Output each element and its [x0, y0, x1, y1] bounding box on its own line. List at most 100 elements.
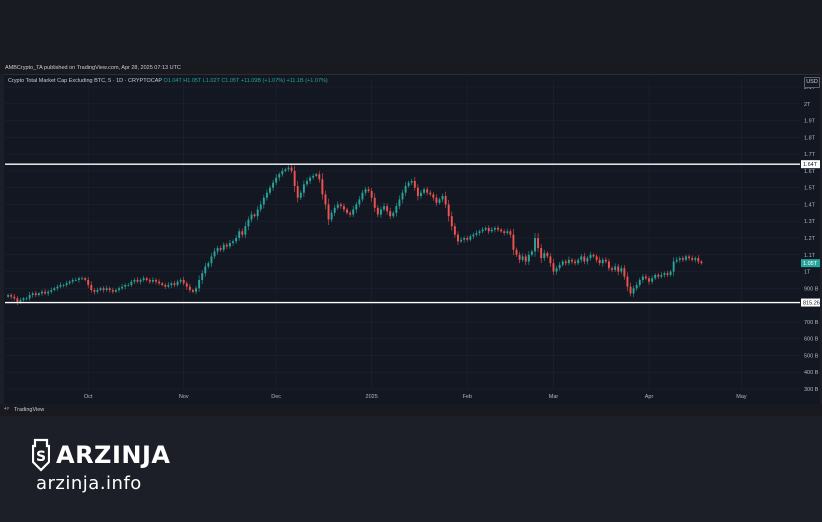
candle-body: [592, 254, 595, 257]
candle-body: [44, 291, 47, 294]
brand-name: ARZINJA: [56, 441, 171, 469]
candle-body: [272, 182, 275, 188]
candle-body: [148, 279, 151, 282]
candle-body: [56, 286, 59, 289]
candle-body: [379, 209, 382, 215]
candle-body: [164, 284, 167, 287]
candle-body: [460, 239, 463, 242]
candle-body: [28, 295, 31, 299]
candle-body: [657, 274, 660, 277]
candle-body: [466, 238, 469, 240]
candle-body: [62, 284, 65, 286]
candle-body: [515, 249, 518, 255]
candle-body: [176, 281, 179, 285]
candle-body: [629, 286, 632, 294]
candle-body: [290, 167, 293, 171]
y-tick-label: 1.2T: [804, 236, 816, 242]
x-tick-label: Dec: [271, 394, 281, 400]
candle-body: [302, 184, 305, 193]
candle-body: [404, 185, 407, 193]
candle-body: [540, 248, 543, 259]
candle-body: [81, 278, 83, 280]
candle-body: [358, 199, 361, 205]
candle-body: [127, 284, 130, 286]
candle-body: [555, 268, 558, 272]
candle-body: [31, 293, 34, 296]
candle-body: [475, 232, 478, 235]
candle-body: [22, 298, 25, 301]
y-tick-label: 1.8T: [804, 135, 816, 141]
y-tick-label: 1.5T: [804, 186, 816, 192]
candle-body: [521, 256, 524, 260]
candle-body: [376, 207, 379, 215]
y-tick-label: 900 B: [804, 286, 819, 292]
candle-body: [293, 170, 296, 186]
candle-body: [262, 197, 265, 205]
candle-body: [235, 238, 238, 242]
y-tick-label: 2T: [804, 102, 811, 108]
candle-body: [574, 261, 577, 264]
candle-body: [370, 191, 373, 198]
y-tick-label: 500 B: [804, 353, 819, 359]
candle-body: [530, 251, 533, 255]
candle-body: [108, 288, 111, 291]
currency-button[interactable]: USD: [804, 77, 820, 88]
level-label: 815.26: [803, 301, 820, 307]
candle-body: [182, 279, 185, 284]
candle-body: [537, 238, 540, 249]
candle-body: [247, 219, 250, 227]
candle-body: [571, 259, 573, 262]
candle-body: [333, 207, 336, 213]
candle-body: [352, 209, 355, 215]
candle-body: [222, 244, 225, 250]
candle-body: [503, 231, 506, 233]
candle-body: [561, 261, 564, 265]
candle-body: [558, 264, 561, 269]
candle-body: [13, 296, 16, 299]
candle-body: [493, 227, 496, 230]
candle-body: [567, 259, 570, 264]
candle-body: [336, 204, 339, 208]
candle-body: [546, 253, 549, 257]
candle-body: [392, 212, 395, 217]
candle-body: [478, 231, 481, 233]
brand-url: arzinja.info: [36, 473, 142, 494]
y-tick-label: 1.1T: [804, 253, 816, 259]
legend-open: O1.04T: [163, 78, 182, 84]
candle-body: [457, 234, 459, 242]
candle-body: [207, 263, 210, 267]
y-tick-label: 1.4T: [804, 202, 816, 208]
candle-body: [663, 273, 666, 275]
candle-body: [487, 227, 490, 232]
candle-body: [638, 279, 641, 285]
candle-body: [151, 279, 154, 282]
legend-change-extra: +11.1B (+1.07%): [286, 78, 328, 84]
candle-body: [315, 174, 318, 176]
svg-text:S: S: [36, 449, 46, 465]
y-tick-label: 1.9T: [804, 119, 816, 125]
candle-body: [373, 197, 376, 208]
candle-body: [426, 189, 429, 193]
candle-body: [167, 284, 170, 287]
candle-body: [438, 199, 441, 203]
y-tick-label: 400 B: [804, 370, 819, 376]
candle-body: [598, 259, 601, 264]
candle-body: [583, 256, 586, 262]
candle-body: [688, 256, 691, 259]
candle-body: [666, 273, 669, 275]
candle-body: [389, 211, 392, 217]
candle-body: [509, 231, 512, 235]
candle-body: [524, 256, 527, 262]
candle-body: [10, 295, 13, 297]
candle-body: [678, 258, 681, 260]
candle-body: [145, 278, 148, 280]
candle-body: [321, 179, 324, 195]
candle-body: [124, 284, 127, 287]
candle-body: [318, 174, 321, 180]
candle-body: [607, 261, 610, 269]
y-tick-label: 1.6T: [804, 169, 816, 175]
candle-body: [330, 212, 333, 220]
candle-body: [694, 258, 697, 260]
candle-body: [497, 227, 499, 230]
candle-body: [614, 266, 617, 270]
